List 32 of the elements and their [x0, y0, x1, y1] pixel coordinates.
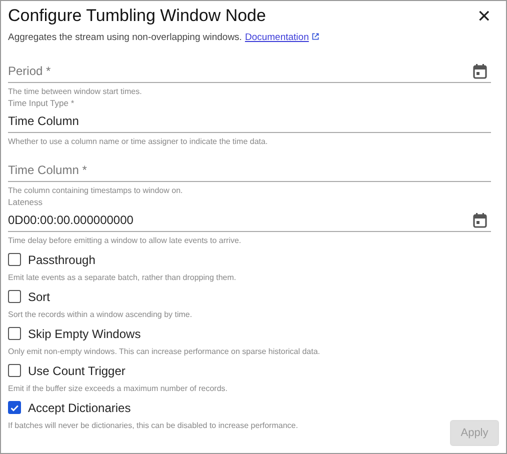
field-hint: The time between window start times.: [8, 86, 143, 96]
checkbox[interactable]: [8, 401, 21, 414]
documentation-link[interactable]: Documentation: [244, 32, 309, 43]
checkbox-label: Skip Empty Windows: [28, 326, 141, 340]
checkbox-label: Sort: [28, 290, 50, 304]
option-hint: Emit if the buffer size exceeds a maximum number of records.: [8, 383, 228, 393]
checkbox-label: Passthrough: [28, 252, 96, 266]
dialog-title: Configure Tumbling Window Node: [8, 6, 266, 26]
option-hint: Only emit non-empty windows. This can increase performance on sparse historical data.: [8, 346, 321, 356]
close-button[interactable]: ✕: [473, 6, 495, 26]
option-hint: Sort the records within a window ascending by time.: [8, 309, 194, 319]
checkbox-label: Accept Dictionaries: [28, 400, 131, 414]
description-text: Aggregates the stream using non-overlapping windows.: [8, 32, 242, 43]
field-label: Lateness: [8, 197, 44, 209]
checkbox[interactable]: [8, 253, 21, 266]
input-field[interactable]: 0D00:00:00.000000000: [8, 211, 473, 229]
field-hint: Whether to use a column name or time assigner to indicate the time data.: [8, 136, 269, 146]
checkbox[interactable]: [8, 327, 21, 340]
option-hint: If batches will never be dictionaries, this can be disabled to increase performance.: [8, 420, 299, 430]
input-field[interactable]: Time Column: [8, 112, 491, 130]
input-field[interactable]: Period *: [8, 62, 473, 80]
option-hint: Emit late events as a separate batch, rather than dropping them.: [8, 272, 238, 282]
calendar-icon[interactable]: [473, 212, 487, 228]
calendar-icon[interactable]: [473, 64, 487, 78]
input-field[interactable]: Time Column *: [8, 161, 491, 179]
field-label: Time Input Type *: [8, 98, 76, 110]
checkbox[interactable]: [8, 364, 21, 377]
field-hint: Time delay before emitting a window to allow late events to arrive.: [8, 235, 242, 245]
field-hint: The column containing timestamps to window on.: [8, 185, 184, 195]
checkbox-label: Use Count Trigger: [28, 364, 126, 378]
checkbox[interactable]: [8, 290, 21, 303]
external-link-icon: [312, 33, 319, 40]
